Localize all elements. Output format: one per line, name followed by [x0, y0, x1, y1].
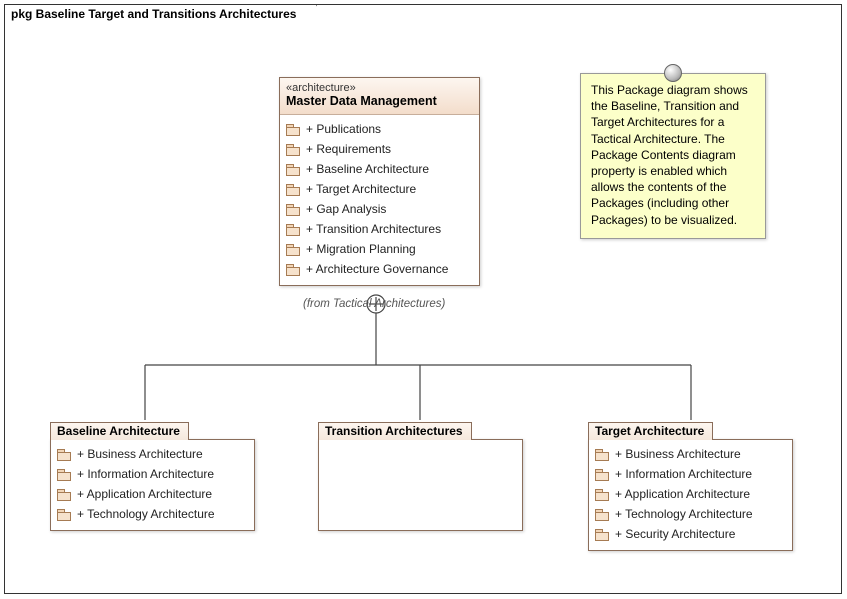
package-icon: [595, 509, 609, 520]
package-icon: [286, 204, 300, 215]
package-item[interactable]: + Business Architecture: [57, 444, 248, 464]
package-icon: [286, 124, 300, 135]
package-icon: [286, 184, 300, 195]
package-icon: [57, 509, 71, 520]
package-tab: Baseline Architecture: [50, 422, 189, 440]
pin-icon: [664, 64, 682, 82]
package-icon: [595, 469, 609, 480]
package-tab: Transition Architectures: [318, 422, 472, 440]
diagram-note[interactable]: This Package diagram shows the Baseline,…: [580, 73, 766, 239]
package-item[interactable]: + Publications: [286, 119, 473, 139]
package-item-label: + Application Architecture: [77, 487, 212, 501]
package-icon: [286, 264, 300, 275]
package-item[interactable]: + Transition Architectures: [286, 219, 473, 239]
package-icon: [57, 469, 71, 480]
package-item-label: + Publications: [306, 122, 381, 136]
package-title: Master Data Management: [286, 94, 473, 108]
package-icon: [57, 449, 71, 460]
package-item-label: + Baseline Architecture: [306, 162, 429, 176]
package-item-label: + Business Architecture: [615, 447, 741, 461]
package-icon: [595, 449, 609, 460]
package-item-label: + Target Architecture: [306, 182, 416, 196]
package-item-label: + Information Architecture: [77, 467, 214, 481]
package-item-label: + Security Architecture: [615, 527, 735, 541]
package-item-label: + Business Architecture: [77, 447, 203, 461]
package-item[interactable]: + Target Architecture: [286, 179, 473, 199]
package-item[interactable]: + Gap Analysis: [286, 199, 473, 219]
package-item-label: + Architecture Governance: [306, 262, 448, 276]
package-item-label: + Information Architecture: [615, 467, 752, 481]
package-item[interactable]: + Information Architecture: [57, 464, 248, 484]
package-transition[interactable]: Transition Architectures: [318, 439, 523, 531]
package-body: + Business Architecture + Information Ar…: [51, 440, 254, 530]
package-icon: [286, 144, 300, 155]
package-item[interactable]: + Architecture Governance: [286, 259, 473, 279]
package-item[interactable]: + Technology Architecture: [57, 504, 248, 524]
package-baseline[interactable]: Baseline Architecture + Business Archite…: [50, 439, 255, 531]
package-body: [319, 440, 522, 530]
package-item[interactable]: + Application Architecture: [57, 484, 248, 504]
package-icon: [286, 164, 300, 175]
note-text: This Package diagram shows the Baseline,…: [591, 83, 748, 227]
package-item-label: + Technology Architecture: [77, 507, 215, 521]
stereotype-label: «architecture»: [286, 82, 473, 94]
package-body: + Business Architecture + Information Ar…: [589, 440, 792, 550]
package-item[interactable]: + Migration Planning: [286, 239, 473, 259]
package-icon: [57, 489, 71, 500]
diagram-frame: pkg Baseline Target and Transitions Arch…: [4, 4, 842, 594]
package-item[interactable]: + Requirements: [286, 139, 473, 159]
package-item-label: + Gap Analysis: [306, 202, 386, 216]
package-tab: Target Architecture: [588, 422, 713, 440]
package-item[interactable]: + Baseline Architecture: [286, 159, 473, 179]
package-item[interactable]: + Business Architecture: [595, 444, 786, 464]
package-item-label: + Technology Architecture: [615, 507, 753, 521]
package-header: «architecture» Master Data Management: [280, 78, 479, 115]
package-item-label: + Migration Planning: [306, 242, 416, 256]
package-icon: [595, 529, 609, 540]
package-item-label: + Application Architecture: [615, 487, 750, 501]
package-master[interactable]: «architecture» Master Data Management + …: [279, 77, 480, 286]
from-label: (from Tactical Architectures): [303, 298, 445, 310]
package-icon: [595, 489, 609, 500]
package-icon: [286, 244, 300, 255]
package-item[interactable]: + Security Architecture: [595, 524, 786, 544]
package-item-label: + Transition Architectures: [306, 222, 441, 236]
package-body: + Publications + Requirements + Baseline…: [280, 115, 479, 285]
package-target[interactable]: Target Architecture + Business Architect…: [588, 439, 793, 551]
package-item[interactable]: + Information Architecture: [595, 464, 786, 484]
package-icon: [286, 224, 300, 235]
package-item-label: + Requirements: [306, 142, 391, 156]
package-item[interactable]: + Application Architecture: [595, 484, 786, 504]
frame-title: pkg Baseline Target and Transitions Arch…: [4, 4, 317, 25]
package-item[interactable]: + Technology Architecture: [595, 504, 786, 524]
